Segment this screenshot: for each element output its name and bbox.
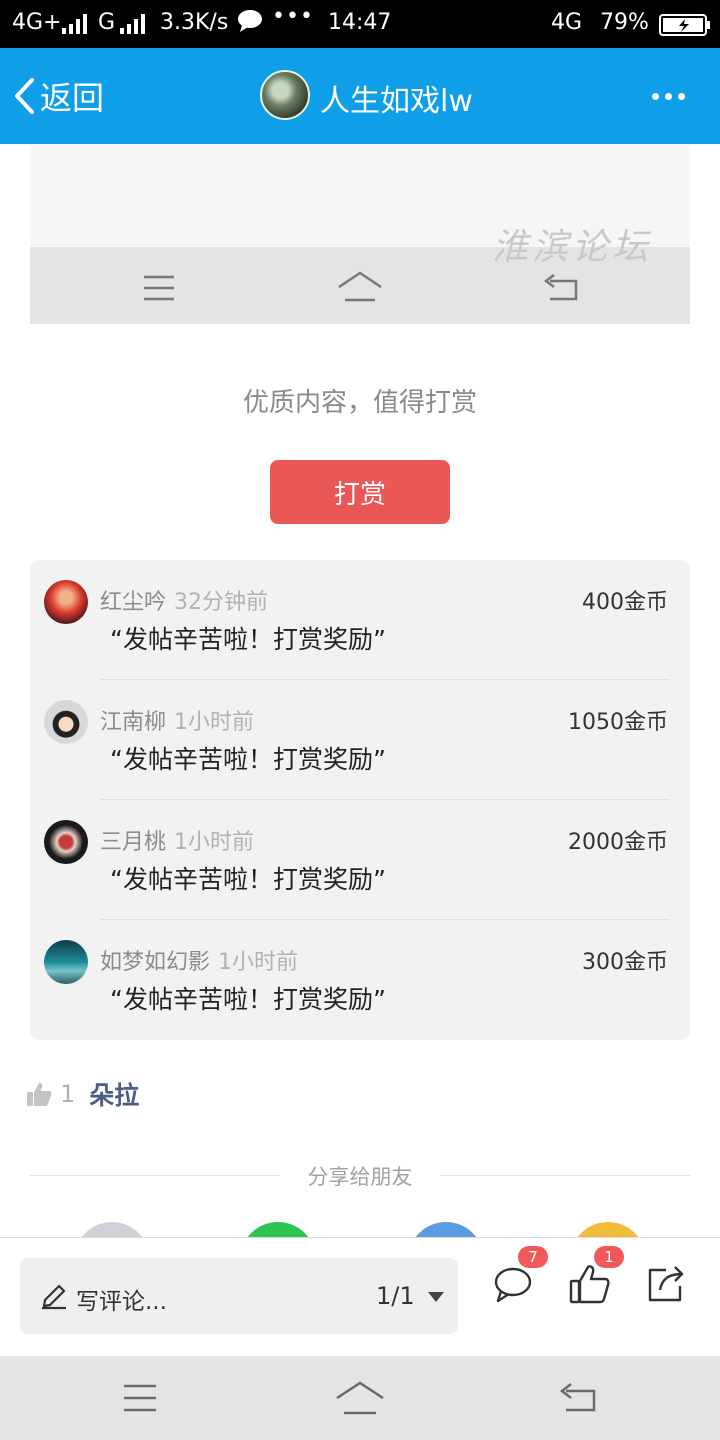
reward-list: 红尘吟 32分钟前 400金币 “发帖辛苦啦！打赏奖励” 江南柳 1小时前 1050…	[30, 560, 690, 1040]
network-type-mid: G	[98, 10, 116, 35]
system-nav-bar	[0, 1356, 720, 1440]
network-speed: 3.3K/s	[160, 10, 229, 35]
back-arrow-icon[interactable]	[558, 1382, 600, 1414]
share-title: 分享给朋友	[307, 1165, 413, 1189]
reward-time: 1小时前	[174, 830, 255, 855]
pencil-icon	[42, 1284, 66, 1310]
battery-icon	[659, 14, 711, 42]
comment-count-badge: 7	[518, 1246, 548, 1268]
like-count: 1	[60, 1080, 76, 1108]
avatar[interactable]	[44, 580, 88, 624]
list-item[interactable]: 三月桃 1小时前 2000金币 “发帖辛苦啦！打赏奖励”	[30, 800, 690, 920]
menu-icon	[144, 275, 174, 301]
reward-amount: 1050金币	[568, 710, 668, 735]
reward-amount: 300金币	[582, 950, 668, 975]
network-type-right: 4G	[551, 10, 583, 35]
reward-time: 1小时前	[174, 710, 255, 735]
avatar[interactable]	[44, 940, 88, 984]
reward-message: “发帖辛苦啦！打赏奖励”	[110, 865, 386, 894]
share-button[interactable]	[644, 1262, 692, 1310]
list-item[interactable]: 红尘吟 32分钟前 400金币 “发帖辛苦啦！打赏奖励”	[30, 560, 690, 680]
reward-message: “发帖辛苦啦！打赏奖励”	[110, 745, 386, 774]
battery-percent: 79%	[600, 10, 649, 35]
list-item[interactable]: 如梦如幻影 1小时前 300金币 “发帖辛苦啦！打赏奖励”	[30, 920, 690, 1040]
message-icon	[236, 8, 264, 40]
menu-icon[interactable]	[122, 1384, 158, 1412]
reward-message: “发帖辛苦啦！打赏奖励”	[110, 985, 386, 1014]
chevron-left-icon	[15, 78, 34, 114]
user-name[interactable]: 三月桃	[100, 830, 166, 855]
comment-input[interactable]: 写评论... 1/1	[20, 1258, 458, 1334]
comment-bubble-icon	[494, 1267, 532, 1303]
back-arrow-icon	[543, 274, 578, 301]
thumbs-up-icon[interactable]	[26, 1081, 52, 1107]
network-type-left: 4G+	[12, 10, 62, 35]
reward-user: 如梦如幻影 1小时前	[100, 944, 298, 976]
reward-message: “发帖辛苦啦！打赏奖励”	[110, 625, 386, 654]
back-label: 返回	[40, 79, 105, 117]
status-bar: 4G+ G 3.3K/s ••• 14:47 4G 79%	[0, 0, 720, 48]
like-count-badge: 1	[594, 1246, 624, 1268]
reward-amount: 400金币	[582, 590, 668, 615]
more-notifications-icon: •••	[272, 4, 314, 29]
avatar[interactable]	[44, 700, 88, 744]
avatar[interactable]	[44, 820, 88, 864]
reward-user: 红尘吟 32分钟前	[100, 584, 268, 616]
reward-user: 江南柳 1小时前	[100, 704, 254, 736]
reward-time: 32分钟前	[174, 590, 269, 615]
comments-button[interactable]: 7	[492, 1246, 548, 1310]
user-name[interactable]: 江南柳	[100, 710, 166, 735]
top-header: 返回 人生如戏lw	[0, 48, 720, 144]
signal-icon-2	[120, 14, 145, 34]
comment-placeholder: 写评论...	[76, 1289, 167, 1315]
reward-amount: 2000金币	[568, 830, 668, 855]
list-item[interactable]: 江南柳 1小时前 1050金币 “发帖辛苦啦！打赏奖励”	[30, 680, 690, 800]
signal-icon	[62, 14, 87, 34]
like-row: 1 朵拉	[26, 1076, 139, 1112]
watermark: 淮滨论坛	[492, 227, 653, 268]
more-options-button[interactable]	[652, 84, 692, 108]
thumbs-up-icon	[569, 1265, 610, 1304]
user-name[interactable]: 如梦如幻影	[100, 950, 210, 975]
page-indicator[interactable]: 1/1	[376, 1282, 415, 1310]
reward-time: 1小时前	[218, 950, 299, 975]
bottom-action-bar: 写评论... 1/1 7 1	[0, 1237, 720, 1356]
reward-prompt: 优质内容，值得打赏	[242, 388, 477, 418]
share-icon	[648, 1266, 684, 1302]
caret-down-icon[interactable]	[428, 1292, 444, 1302]
clock: 14:47	[328, 10, 392, 35]
author-name[interactable]: 人生如戏lw	[320, 76, 473, 120]
home-icon	[338, 271, 382, 302]
back-button[interactable]: 返回	[12, 72, 104, 120]
like-button[interactable]: 1	[568, 1246, 624, 1310]
user-name[interactable]: 红尘吟	[100, 590, 166, 615]
reward-button[interactable]: 打赏	[270, 460, 450, 524]
author-avatar[interactable]	[260, 70, 310, 120]
home-icon[interactable]	[334, 1378, 386, 1416]
liked-user[interactable]: 朵拉	[89, 1076, 139, 1112]
reward-user: 三月桃 1小时前	[100, 824, 254, 856]
